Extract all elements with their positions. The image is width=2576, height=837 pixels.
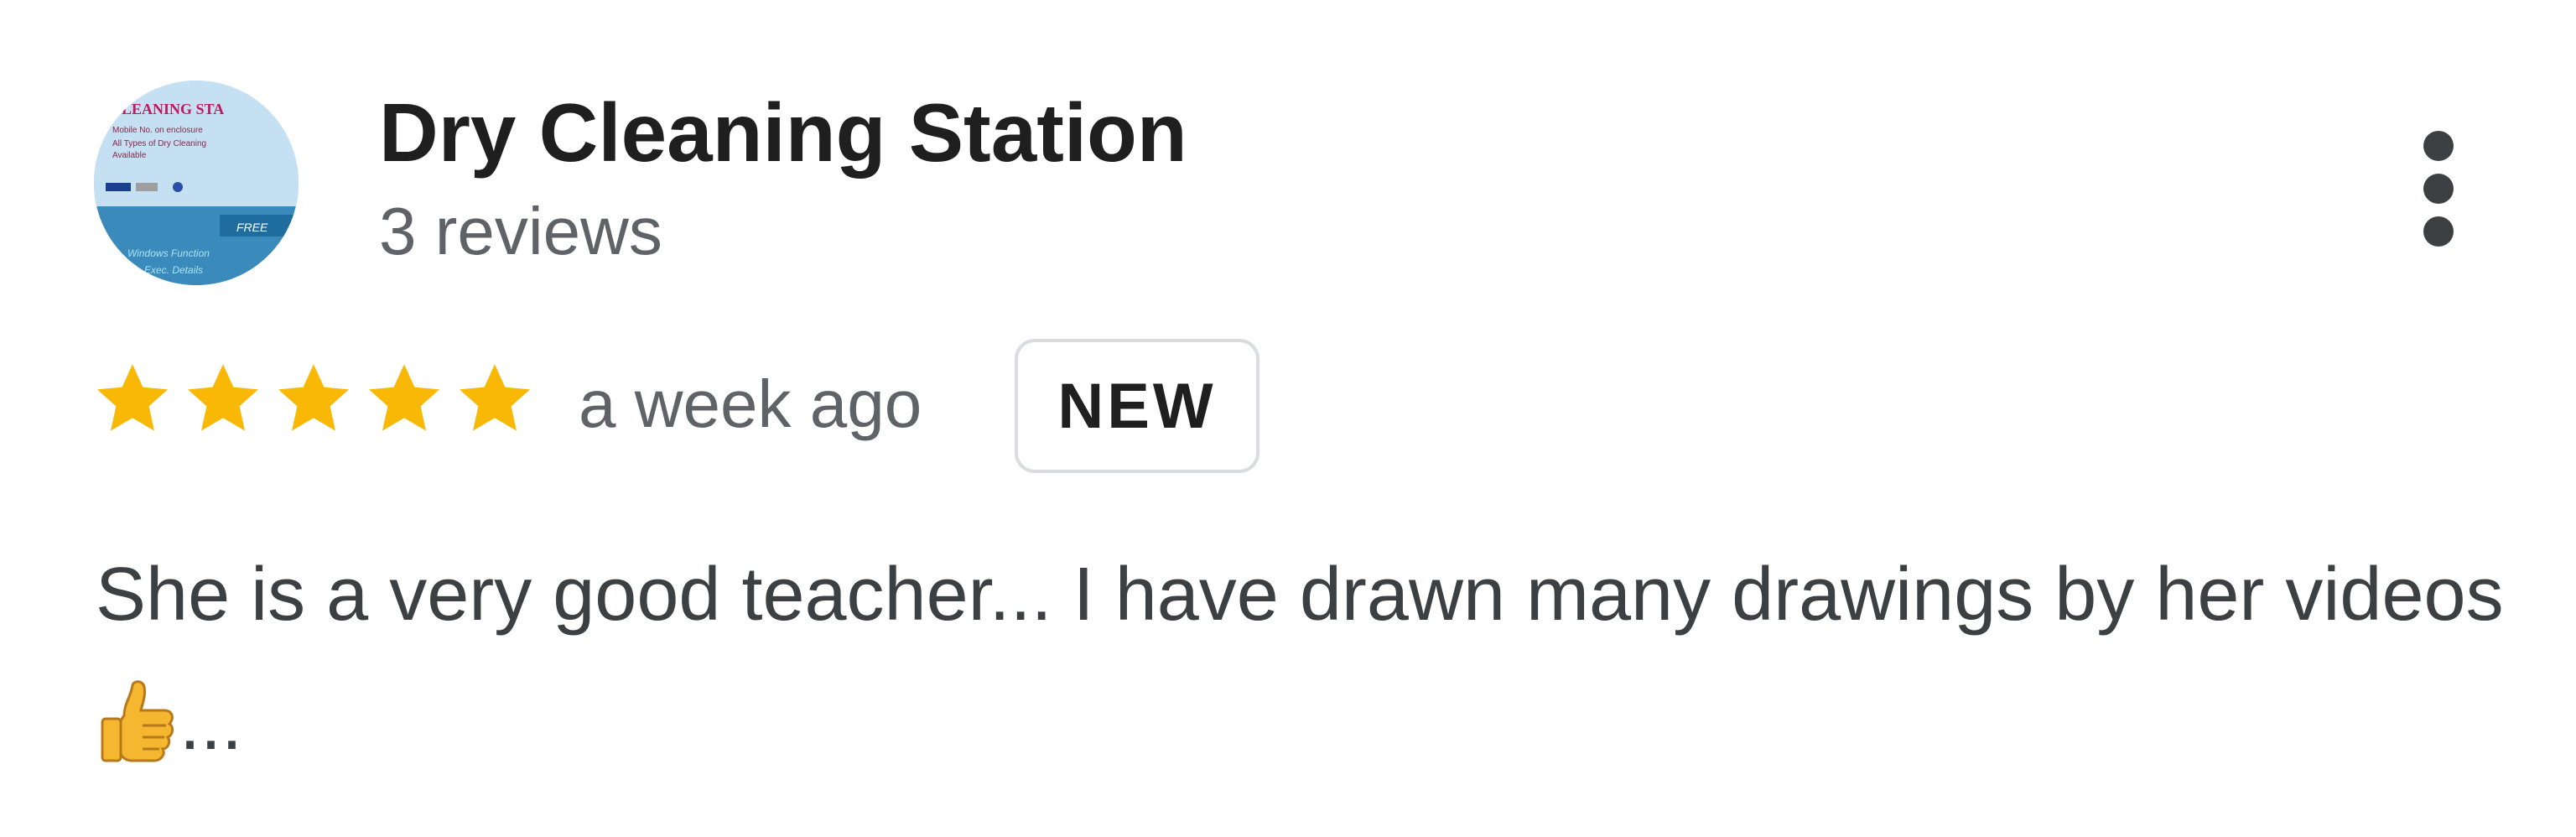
review-time: a week ago (579, 367, 922, 441)
author-name[interactable]: Dry Cleaning Station (379, 82, 1187, 183)
avatar-line7: Exec. Details (144, 264, 203, 276)
star-icon (188, 364, 258, 431)
new-badge: NEW (1015, 339, 1259, 473)
more-vertical-icon-dot (2423, 131, 2454, 161)
review-count: 3 reviews (379, 194, 662, 268)
star-rating (92, 359, 535, 443)
avatar-line3: All Types of Dry Cleaning (112, 139, 206, 148)
more-vertical-icon-dot (2423, 216, 2454, 247)
star-icon (369, 364, 439, 431)
avatar-line6: Windows Function (127, 247, 210, 259)
star-icon (278, 364, 349, 431)
avatar[interactable]: CLEANING STA Mobile No. on enclosure All… (94, 81, 299, 285)
thumbs-up-icon (101, 680, 174, 762)
more-options-button[interactable] (2395, 126, 2482, 252)
avatar-line4: Available (112, 151, 147, 160)
review-text[interactable]: She is a very good teacher... I have dra… (96, 530, 2511, 788)
review-text-part2: ... (179, 682, 243, 766)
review-card: CLEANING STA Mobile No. on enclosure All… (0, 0, 2576, 837)
star-icon (460, 364, 530, 431)
more-vertical-icon-dot (2423, 174, 2454, 204)
review-text-part1: She is a very good teacher... I have dra… (96, 553, 2504, 637)
avatar-line5: FREE (236, 221, 268, 234)
avatar-image: CLEANING STA Mobile No. on enclosure All… (94, 81, 299, 285)
avatar-line1: CLEANING STA (111, 101, 224, 117)
star-icon (97, 364, 168, 431)
avatar-line2: Mobile No. on enclosure (112, 126, 203, 135)
